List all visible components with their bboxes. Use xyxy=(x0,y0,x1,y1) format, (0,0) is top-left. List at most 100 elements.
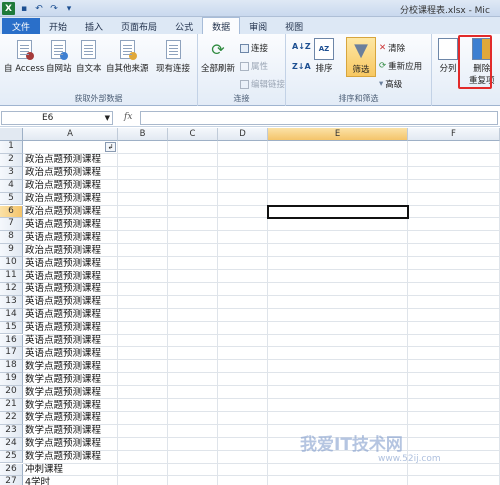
row-header[interactable]: 11 xyxy=(0,270,23,283)
fx-icon[interactable]: fx xyxy=(124,112,132,122)
row-header[interactable]: 9 xyxy=(0,244,23,258)
column-header-a[interactable]: A xyxy=(23,128,118,141)
undo-icon[interactable]: ↶ xyxy=(33,3,45,15)
row-header[interactable]: 4 xyxy=(0,179,23,193)
formula-input[interactable] xyxy=(140,111,498,125)
tab-view[interactable]: 视图 xyxy=(276,18,312,34)
tab-review[interactable]: 审阅 xyxy=(240,18,276,34)
row-header[interactable]: 13 xyxy=(0,295,23,309)
connections-button[interactable]: 连接 xyxy=(240,42,268,54)
from-other-sources-button[interactable]: 自其他来源 xyxy=(106,38,149,74)
row-header[interactable]: 8 xyxy=(0,231,23,245)
clear-filter-button[interactable]: ✕ 清除 xyxy=(379,42,405,54)
row-header[interactable]: 27 xyxy=(0,476,23,485)
cell-a23[interactable]: 数学点题预测课程 xyxy=(25,425,101,437)
customize-qat-icon[interactable]: ▾ xyxy=(63,3,75,15)
row-header[interactable]: 7 xyxy=(0,218,23,232)
sort-desc-icon[interactable]: Z↓A xyxy=(292,62,311,71)
row-header[interactable]: 21 xyxy=(0,399,23,412)
cell-a26[interactable]: 冲刺课程 xyxy=(25,464,63,476)
column-header-e[interactable]: E xyxy=(268,128,408,141)
cell-a8[interactable]: 英语点题预测课程 xyxy=(25,232,101,244)
column-header-c[interactable]: C xyxy=(168,128,218,141)
row-header[interactable]: 22 xyxy=(0,411,23,425)
cell-a16[interactable]: 英语点题预测课程 xyxy=(25,335,101,347)
row-header[interactable]: 6 xyxy=(0,205,23,219)
tab-page-layout[interactable]: 页面布局 xyxy=(112,18,166,34)
row-header[interactable]: 10 xyxy=(0,257,23,270)
reapply-button[interactable]: ⟳ 重新应用 xyxy=(379,60,422,72)
text-to-columns-button[interactable]: 分列 xyxy=(438,38,458,74)
sort-button[interactable]: AZ 排序 xyxy=(314,38,334,74)
cell-a3[interactable]: 政治点题预测课程 xyxy=(25,167,101,179)
column-header-d[interactable]: D xyxy=(218,128,268,141)
column-gridline xyxy=(267,141,268,485)
text-file-icon xyxy=(81,39,97,59)
row-header[interactable]: 2 xyxy=(0,153,23,167)
tab-insert[interactable]: 插入 xyxy=(76,18,112,34)
redo-icon[interactable]: ↷ xyxy=(48,3,60,15)
cell-a27[interactable]: 4学时 xyxy=(25,477,50,485)
filter-dropdown-icon[interactable]: ↲ xyxy=(105,142,116,152)
cell-a6[interactable]: 政治点题预测课程 xyxy=(25,206,101,218)
column-header-b[interactable]: B xyxy=(118,128,168,141)
name-box-dropdown-icon[interactable]: ▼ xyxy=(105,112,110,124)
cell-a17[interactable]: 英语点题预测课程 xyxy=(25,348,101,360)
row-header[interactable]: 14 xyxy=(0,308,23,322)
tab-home[interactable]: 开始 xyxy=(40,18,76,34)
row-header[interactable]: 5 xyxy=(0,192,23,206)
cell-a11[interactable]: 英语点题预测课程 xyxy=(25,271,101,283)
row-header[interactable]: 20 xyxy=(0,386,23,399)
cell-a18[interactable]: 数学点题预测课程 xyxy=(25,361,101,373)
properties-button[interactable]: 属性 xyxy=(240,60,268,72)
tab-file[interactable]: 文件 xyxy=(2,18,41,34)
edit-links-button[interactable]: 编辑链接 xyxy=(240,78,285,90)
tab-data[interactable]: 数据 xyxy=(202,17,241,34)
cell-a7[interactable]: 英语点题预测课程 xyxy=(25,219,101,231)
cell-a12[interactable]: 英语点题预测课程 xyxy=(25,283,101,295)
row-header[interactable]: 1 xyxy=(0,141,23,154)
name-box[interactable]: E6 ▼ xyxy=(1,111,113,125)
row-header[interactable]: 3 xyxy=(0,166,23,180)
row-header[interactable]: 15 xyxy=(0,321,23,335)
row-header[interactable]: 23 xyxy=(0,424,23,438)
row-header[interactable]: 16 xyxy=(0,334,23,348)
connections-icon xyxy=(240,43,249,53)
cell-a15[interactable]: 英语点题预测课程 xyxy=(25,322,101,334)
spreadsheet-grid[interactable]: A B C D E F 1 2 政治点题预测课程 3 政治点题预测课程 4 政治点题预测课程 5 政治点题预… xyxy=(0,128,500,485)
row-header[interactable]: 17 xyxy=(0,347,23,361)
select-all-corner[interactable] xyxy=(0,128,23,141)
row-header[interactable]: 25 xyxy=(0,450,23,464)
selected-cell-box[interactable] xyxy=(267,204,409,220)
column-header-f[interactable]: F xyxy=(408,128,500,141)
from-web-button[interactable]: 自网站 xyxy=(46,38,72,74)
cell-a5[interactable]: 政治点题预测课程 xyxy=(25,193,101,205)
existing-connections-button[interactable]: 现有连接 xyxy=(156,38,190,74)
cell-a13[interactable]: 英语点题预测课程 xyxy=(25,296,101,308)
group-sort-filter: A↓Z Z↓A AZ 排序 ▼ 筛选 ✕ 清除 ⟳ 重新应用 ▾ 高级 排序和筛… xyxy=(286,34,432,106)
cell-a19[interactable]: 数学点题预测课程 xyxy=(25,374,101,386)
sort-asc-icon[interactable]: A↓Z xyxy=(292,42,311,51)
cell-a2[interactable]: 政治点题预测课程 xyxy=(25,154,101,166)
cell-a24[interactable]: 数学点题预测课程 xyxy=(25,438,101,450)
save-icon[interactable]: ▪ xyxy=(18,3,30,15)
cell-a22[interactable]: 数学点题预测课程 xyxy=(25,412,101,424)
tab-formulas[interactable]: 公式 xyxy=(166,18,202,34)
row-header[interactable]: 18 xyxy=(0,360,23,374)
cell-a25[interactable]: 数学点题预测课程 xyxy=(25,451,101,463)
cell-a4[interactable]: 政治点题预测课程 xyxy=(25,180,101,192)
from-text-button[interactable]: 自文本 xyxy=(76,38,102,74)
refresh-all-button[interactable]: ⟳ 全部刷新 xyxy=(201,38,235,75)
cell-a21[interactable]: 数学点题预测课程 xyxy=(25,400,101,412)
row-header[interactable]: 19 xyxy=(0,373,23,387)
filter-button[interactable]: ▼ 筛选 xyxy=(346,37,376,77)
cell-a10[interactable]: 英语点题预测课程 xyxy=(25,258,101,270)
from-access-button[interactable]: 自 Access xyxy=(4,38,44,74)
row-header[interactable]: 26 xyxy=(0,463,23,477)
cell-a9[interactable]: 政治点题预测课程 xyxy=(25,245,101,257)
row-header[interactable]: 12 xyxy=(0,282,23,296)
cell-a20[interactable]: 数学点题预测课程 xyxy=(25,387,101,399)
row-header[interactable]: 24 xyxy=(0,437,23,451)
advanced-filter-button[interactable]: ▾ 高级 xyxy=(379,78,402,90)
cell-a14[interactable]: 英语点题预测课程 xyxy=(25,309,101,321)
